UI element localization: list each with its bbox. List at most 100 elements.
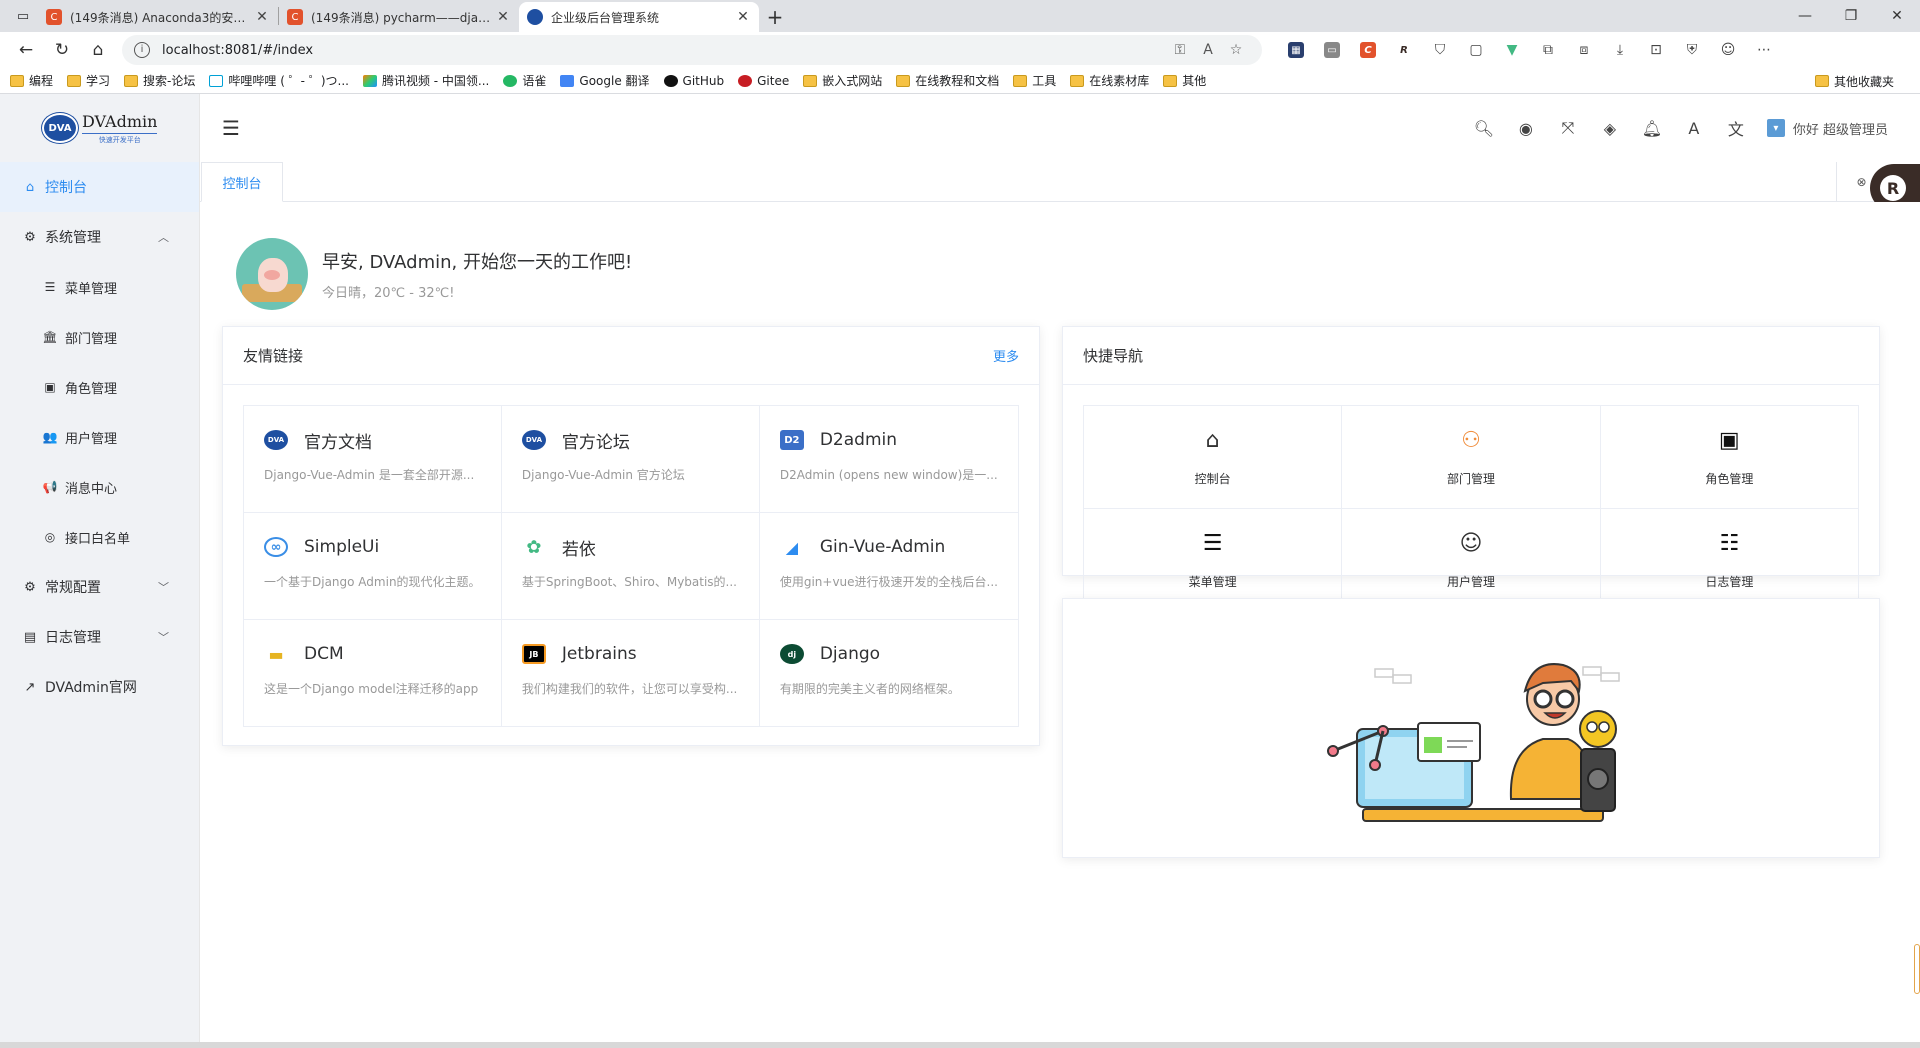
quick-nav-menu[interactable]: ☰ 菜单管理	[1084, 509, 1343, 612]
more-link[interactable]: 更多	[993, 346, 1019, 365]
info-icon[interactable]: i	[134, 42, 150, 58]
link-desc: 基于SpringBoot、Shiro、Mybatis的...	[521, 575, 737, 589]
sidebar-item-role[interactable]: ▣ 角色管理	[0, 362, 199, 412]
home-icon: ⌂	[25, 179, 35, 195]
other-bookmarks[interactable]: 其他收藏夹	[1814, 68, 1894, 94]
screenshot-icon[interactable]: ⊡	[1638, 35, 1674, 65]
profile-avatar-icon[interactable]: ☺	[1710, 35, 1746, 65]
bookmark-item[interactable]: GitHub	[663, 74, 724, 88]
quick-nav-dashboard[interactable]: ⌂ 控制台	[1084, 406, 1343, 509]
bookmark-item[interactable]: 语雀	[503, 72, 546, 89]
sidebar-item-system[interactable]: ⚙ 系统管理 ︿	[0, 212, 199, 262]
diamond-icon[interactable]: ◈	[1589, 119, 1631, 138]
link-item[interactable]: ▬ DCM 这是一个Django model注释迁移的app	[244, 620, 502, 727]
collections-icon[interactable]: ⧈	[1566, 35, 1602, 65]
csdn-extension-icon[interactable]: C	[1350, 35, 1386, 65]
restore-icon[interactable]: ❐	[1828, 0, 1874, 32]
security-icon[interactable]: ⛨	[1674, 35, 1710, 65]
user-greeting[interactable]: 你好 超级管理员	[1793, 119, 1888, 138]
extension-icon[interactable]: ▦	[1278, 35, 1314, 65]
link-item[interactable]: ✿ 若依 基于SpringBoot、Shiro、Mybatis的...	[501, 513, 760, 620]
quick-nav-logs[interactable]: ☷ 日志管理	[1600, 509, 1859, 612]
bottom-scrollbar[interactable]	[0, 1042, 1920, 1048]
browser-tab-1[interactable]: C (149条消息) Anaconda3的安装和 ✕	[38, 2, 278, 32]
link-item[interactable]: dj Django 有期限的完美主义者的网络框架。	[759, 620, 1019, 727]
key-icon[interactable]: ⚿	[1166, 42, 1194, 58]
bookmark-item[interactable]: Google 翻译	[560, 72, 650, 89]
refresh-icon[interactable]: ↻	[44, 35, 80, 65]
link-item[interactable]: D2 D2admin D2Admin (opens new window)是一..…	[759, 406, 1019, 513]
sidebar-item-label: 消息中心	[65, 481, 118, 497]
yuque-icon	[503, 74, 518, 87]
sidebar-item-dashboard[interactable]: ⌂ 控制台	[0, 162, 199, 212]
sidebar-item-user[interactable]: 👥 用户管理	[0, 412, 199, 462]
link-name: D2admin	[819, 430, 898, 450]
browser-tab-2[interactable]: C (149条消息) pycharm——django ✕	[279, 2, 519, 32]
close-window-icon[interactable]: ✕	[1874, 0, 1920, 32]
tab-dashboard[interactable]: 控制台	[201, 162, 283, 202]
font-size-icon[interactable]: A	[1673, 119, 1715, 138]
close-tab-icon[interactable]: ✕	[735, 9, 751, 25]
sidebar-item-message[interactable]: 📢 消息中心	[0, 462, 199, 512]
close-tab-icon[interactable]: ✕	[495, 9, 511, 25]
quick-nav-user[interactable]: ☺ 用户管理	[1342, 509, 1601, 612]
sidebar-item-logs[interactable]: ▤ 日志管理 ﹀	[0, 612, 199, 662]
more-menu-icon[interactable]: ⋯	[1746, 35, 1782, 65]
target-icon[interactable]: ◉	[1505, 119, 1547, 138]
read-aloud-icon[interactable]: A	[1194, 42, 1222, 58]
home-icon[interactable]: ⌂	[80, 35, 116, 65]
welcome-panel: 早安, DVAdmin, 开始您一天的工作吧! 今日晴，20℃ - 32℃!	[236, 238, 632, 310]
sidebar-item-whitelist[interactable]: ◎ 接口白名单	[0, 512, 199, 562]
sidebar-item-config[interactable]: ⚙ 常规配置 ﹀	[0, 562, 199, 612]
sidebar-toggle-icon[interactable]: ▭	[8, 0, 38, 32]
scroll-indicator[interactable]	[1914, 944, 1920, 994]
r-extension-icon[interactable]: R	[1386, 35, 1422, 65]
link-item[interactable]: JB Jetbrains 我们构建我们的软件，让您可以享受构...	[501, 620, 760, 727]
quick-nav-label: 用户管理	[1446, 574, 1495, 589]
extension-icon[interactable]: ▭	[1314, 35, 1350, 65]
bookmark-item[interactable]: 在线教程和文档	[896, 72, 999, 89]
back-icon[interactable]: ←	[8, 35, 44, 65]
extension-icon[interactable]: ⛉	[1422, 35, 1458, 65]
minimize-icon[interactable]: —	[1782, 0, 1828, 32]
vue-devtools-icon[interactable]: ▼	[1494, 35, 1530, 65]
bookmark-item[interactable]: 嵌入式网站	[803, 72, 882, 89]
bilibili-icon	[209, 74, 224, 87]
bookmark-item[interactable]: 腾讯视频 - 中国领...	[362, 72, 489, 89]
bookmark-item[interactable]: Gitee	[738, 74, 789, 88]
search-icon[interactable]: 🔍︎	[1463, 119, 1505, 138]
hamburger-icon[interactable]: ☰	[222, 116, 246, 140]
quick-nav-department[interactable]: ⚇ 部门管理	[1342, 406, 1601, 509]
folder-icon	[1013, 74, 1028, 87]
quick-nav-role[interactable]: ▣ 角色管理	[1600, 406, 1859, 509]
sidebar-item-website[interactable]: ↗ DVAdmin官网	[0, 662, 199, 712]
close-tab-icon[interactable]: ✕	[254, 9, 270, 25]
bell-icon[interactable]: 🔔︎	[1631, 119, 1673, 138]
bookmark-item[interactable]: 工具	[1013, 72, 1056, 89]
link-item[interactable]: ◢ Gin-Vue-Admin 使用gin+vue进行极速开发的全栈后台...	[759, 513, 1019, 620]
link-item[interactable]: DVA 官方文档 Django-Vue-Admin 是一套全部开源...	[244, 406, 502, 513]
browser-tab-3[interactable]: 企业级后台管理系统 ✕	[519, 2, 759, 32]
extensions-puzzle-icon[interactable]: ⧉	[1530, 35, 1566, 65]
fullscreen-icon[interactable]: ⤧	[1547, 118, 1589, 138]
bookmark-item[interactable]: 在线素材库	[1070, 72, 1149, 89]
downloads-icon[interactable]: ⤓	[1602, 35, 1638, 65]
avatar[interactable]: ▾	[1766, 119, 1785, 137]
sidebar-item-department[interactable]: 🏛 部门管理	[0, 312, 199, 362]
bookmark-item[interactable]: 搜索-论坛	[124, 72, 195, 89]
bookmark-item[interactable]: 学习	[67, 72, 110, 89]
link-item[interactable]: DVA 官方论坛 Django-Vue-Admin 官方论坛	[501, 406, 760, 513]
logo[interactable]: DVA DVAdmin 快速开发平台	[0, 94, 199, 162]
url-text[interactable]: localhost:8081/#/index	[162, 43, 1166, 58]
url-input[interactable]: i localhost:8081/#/index ⚿ A ☆	[122, 35, 1262, 65]
bookmark-item[interactable]: 哔哩哔哩 ( ゜- ゜)つ...	[209, 72, 349, 89]
favorite-star-icon[interactable]: ☆	[1222, 42, 1250, 58]
new-tab-button[interactable]: +	[759, 2, 791, 32]
language-icon[interactable]: 文	[1715, 116, 1757, 140]
bookmark-item[interactable]: 其他	[1163, 72, 1206, 89]
sidebar-item-menu[interactable]: ☰ 菜单管理	[0, 262, 199, 312]
app-header: ☰ 🔍︎ ◉ ⤧ ◈ 🔔︎ A 文 ▾ 你好 超级管理员	[200, 94, 1920, 162]
bookmark-item[interactable]: 编程	[10, 72, 53, 89]
extension-icon[interactable]: ▢	[1458, 35, 1494, 65]
link-item[interactable]: ∞ SimpleUi 一个基于Django Admin的现代化主题。	[244, 513, 502, 620]
